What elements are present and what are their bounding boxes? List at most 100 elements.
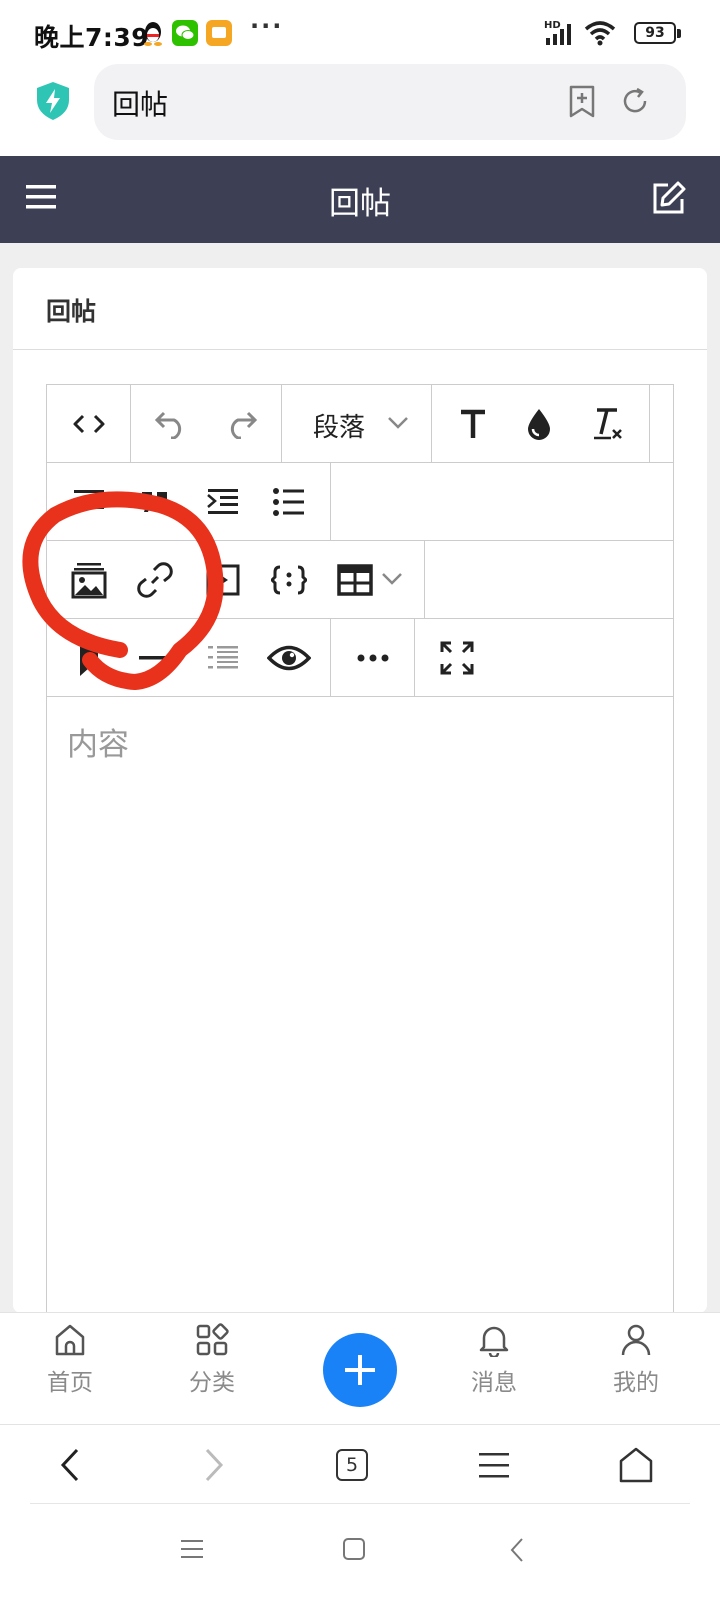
site-header: 回帖	[0, 156, 720, 243]
card-title: 回帖	[46, 297, 97, 326]
clear-format-icon	[594, 408, 622, 440]
insert-table-button[interactable]	[333, 559, 377, 601]
text-size-icon	[461, 409, 485, 438]
rich-text-editor: 段落 内容	[46, 384, 674, 1314]
home-icon	[55, 1324, 85, 1356]
system-nav-bar	[0, 1504, 720, 1600]
align-left-icon	[74, 490, 104, 509]
nav-home-label[interactable]: 首页	[20, 1363, 120, 1397]
toolbar-row-3	[47, 541, 673, 619]
code-block-icon	[271, 565, 307, 595]
user-icon	[621, 1324, 651, 1356]
wifi-icon	[584, 20, 616, 46]
bookmark-button[interactable]	[67, 637, 111, 679]
chevron-down-icon[interactable]	[387, 415, 409, 431]
forward-button[interactable]	[186, 1438, 242, 1492]
bell-icon	[479, 1326, 509, 1357]
undo-button[interactable]	[149, 403, 193, 445]
more-button[interactable]	[351, 637, 395, 679]
card-divider	[13, 349, 707, 350]
toolbar-row-1: 段落	[47, 385, 673, 463]
blockquote-button[interactable]	[133, 481, 177, 523]
horizontal-rule-button[interactable]	[133, 637, 177, 679]
nav-messages-label[interactable]: 消息	[444, 1363, 544, 1397]
image-icon	[71, 563, 107, 599]
code-view-icon	[73, 414, 105, 434]
address-bar[interactable]: 回帖	[94, 64, 686, 140]
browser-toolbar: 5	[0, 1426, 720, 1502]
bullet-list-button[interactable]	[267, 481, 311, 523]
nav-profile[interactable]: 我的	[586, 1323, 686, 1413]
insert-image-button[interactable]	[67, 559, 111, 601]
header-title: 回帖	[329, 186, 391, 222]
bookmark-add-icon[interactable]	[568, 85, 596, 119]
browser-home-button[interactable]	[608, 1438, 664, 1492]
align-button[interactable]	[67, 481, 111, 523]
table-icon	[337, 564, 373, 596]
indent-button[interactable]	[201, 481, 245, 523]
forward-icon	[205, 1448, 224, 1482]
clear-format-button[interactable]	[585, 403, 629, 445]
fullscreen-icon	[440, 641, 474, 675]
indent-icon	[207, 489, 238, 514]
battery-tip	[677, 29, 681, 38]
system-back-icon[interactable]	[508, 1536, 526, 1564]
redo-button[interactable]	[219, 403, 263, 445]
status-bar: 晚上7:39 ··· HD 93	[0, 0, 720, 66]
message-app-icon	[206, 20, 232, 46]
edit-icon[interactable]	[650, 180, 688, 216]
category-grid-icon	[196, 1323, 229, 1356]
nav-messages[interactable]: 消息	[444, 1323, 544, 1413]
tab-count[interactable]: 5	[346, 1454, 358, 1476]
undo-icon	[154, 411, 182, 439]
toolbar-row-4	[47, 619, 673, 697]
code-block-button[interactable]	[267, 559, 311, 601]
font-size-button[interactable]	[451, 403, 495, 445]
system-menu-icon[interactable]	[180, 1538, 204, 1560]
content-placeholder[interactable]: 内容	[67, 719, 129, 764]
home-icon	[619, 1447, 653, 1483]
app-bottom-nav: 首页 分类 消息 我的	[0, 1312, 720, 1425]
nav-category[interactable]: 分类	[162, 1323, 262, 1413]
table-chevron-down-icon[interactable]	[381, 571, 403, 587]
tabs-icon[interactable]: 5	[336, 1449, 368, 1481]
menu-icon	[479, 1453, 509, 1478]
back-button[interactable]	[42, 1438, 98, 1492]
nav-category-label[interactable]: 分类	[162, 1363, 262, 1397]
insert-link-button[interactable]	[133, 559, 177, 601]
nav-post-button[interactable]	[323, 1333, 397, 1407]
fullscreen-button[interactable]	[435, 637, 479, 679]
redo-icon	[230, 411, 258, 439]
bookmark-icon	[80, 640, 98, 676]
preview-button[interactable]	[267, 637, 311, 679]
video-icon	[206, 564, 240, 596]
list-lines-icon	[208, 646, 238, 669]
nav-home[interactable]: 首页	[20, 1323, 120, 1413]
address-text[interactable]: 回帖	[112, 83, 168, 123]
shield-lightning-icon[interactable]	[34, 80, 72, 122]
quote-icon	[142, 492, 167, 512]
droplet-icon	[528, 409, 550, 440]
tabs-button[interactable]: 5	[324, 1438, 380, 1492]
back-icon	[60, 1448, 79, 1482]
eye-icon	[267, 645, 311, 671]
bullet-list-icon	[273, 488, 304, 516]
more-notifications: ···	[250, 12, 284, 40]
refresh-icon[interactable]	[620, 86, 650, 116]
code-view-button[interactable]	[67, 403, 111, 445]
battery-icon: 93	[634, 22, 676, 44]
wechat-icon	[172, 20, 198, 46]
nav-profile-label[interactable]: 我的	[586, 1363, 686, 1397]
browser-menu-button[interactable]	[466, 1438, 522, 1492]
system-home-icon[interactable]	[342, 1537, 366, 1561]
status-time: 晚上7:39	[34, 23, 150, 52]
insert-video-button[interactable]	[201, 559, 245, 601]
qq-icon	[142, 20, 164, 46]
signal-icon	[544, 22, 576, 46]
text-color-button[interactable]	[517, 403, 561, 445]
horizontal-rule-icon	[139, 656, 171, 660]
ordered-list-button[interactable]	[201, 637, 245, 679]
plus-icon	[345, 1355, 375, 1385]
block-format-select[interactable]: 段落	[313, 407, 365, 444]
more-dots-icon	[357, 654, 389, 662]
